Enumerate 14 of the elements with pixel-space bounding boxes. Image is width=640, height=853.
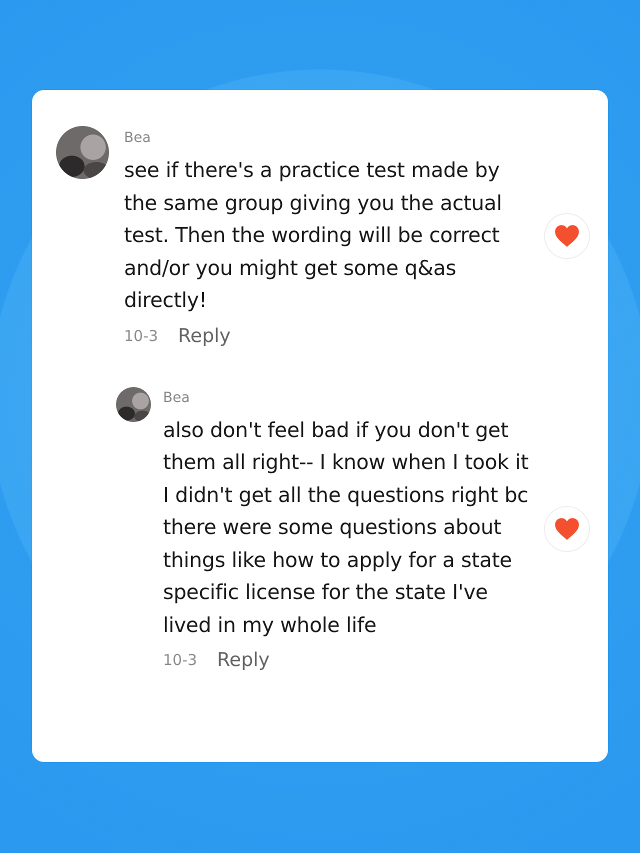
avatar xyxy=(56,126,109,179)
username: Bea xyxy=(163,388,191,406)
reply-button[interactable]: Reply xyxy=(217,649,270,671)
username: Bea xyxy=(124,129,152,147)
heart-icon xyxy=(554,516,580,541)
like-button[interactable] xyxy=(544,213,590,260)
avatar xyxy=(116,386,151,422)
like-button[interactable] xyxy=(544,506,590,552)
comment-date: 10-3 xyxy=(124,326,158,344)
reply-button[interactable]: Reply xyxy=(178,324,231,346)
comment-date: 10-3 xyxy=(163,651,198,669)
comment-text: see if there's a practice test made by the same group giving you the actual test. Then the wording will be correct and/or you might get some q&as directly! xyxy=(124,157,503,314)
heart-icon xyxy=(554,224,580,248)
comment-text: also don't feel bad if you don't get them all right-- I know when I took it I didn't get all the questions right bc there were some questions about things like how to apply for a state specific license for the state I've lived in my whole life xyxy=(163,416,530,638)
